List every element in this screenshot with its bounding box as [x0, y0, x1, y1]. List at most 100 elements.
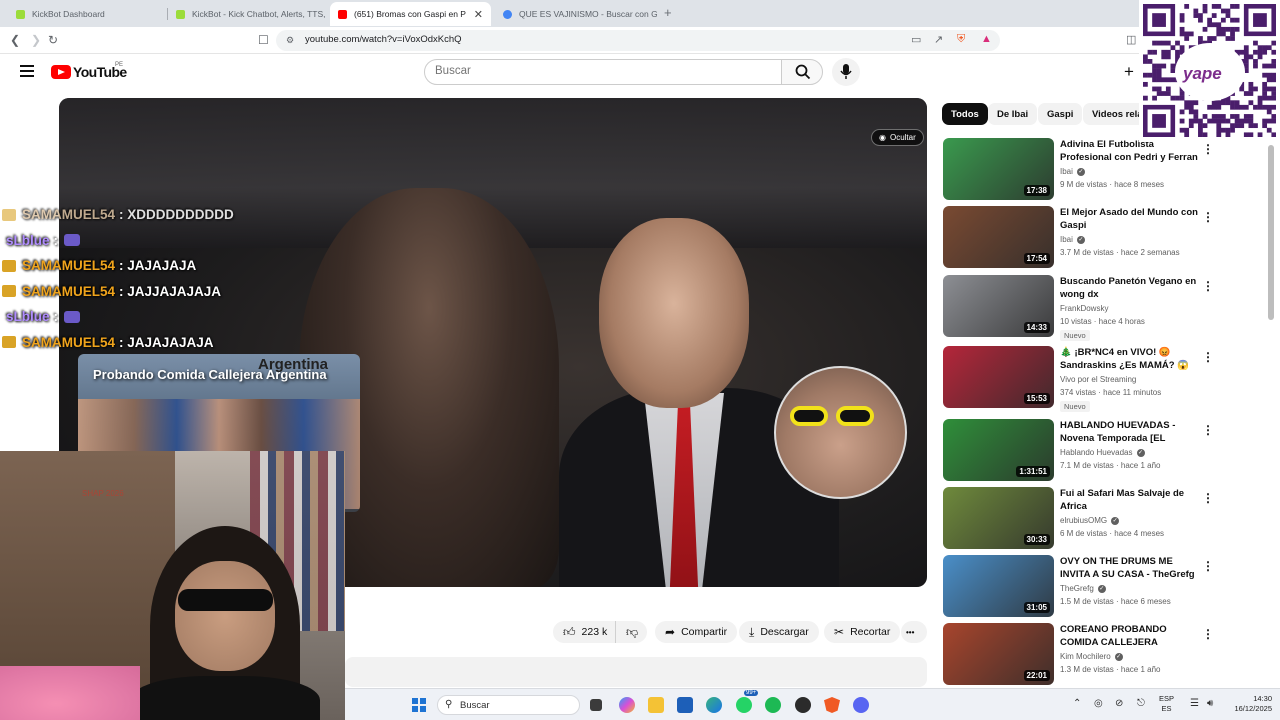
- video-duration: 14:33: [1023, 322, 1050, 333]
- video-title[interactable]: HABLANDO HUEVADAS - Novena Temporada [EL…: [1060, 419, 1200, 446]
- create-plus-icon[interactable]: +: [1124, 62, 1134, 82]
- voice-search-button[interactable]: [832, 58, 860, 86]
- menu-icon[interactable]: [20, 65, 34, 77]
- recommended-video[interactable]: 30:33 Fui al Safari Mas Salvaje de Africa…: [943, 487, 1214, 550]
- brave-rewards-icon[interactable]: ▲: [981, 33, 992, 45]
- video-title[interactable]: OVY ON THE DRUMS ME INVITA A SU CASA - T…: [1060, 555, 1200, 582]
- cast-icon[interactable]: ▭: [911, 33, 921, 46]
- obs-icon[interactable]: [795, 697, 811, 713]
- video-thumbnail[interactable]: 22:01: [943, 623, 1054, 685]
- video-title[interactable]: Adivina El Futbolista Profesional con Pe…: [1060, 138, 1200, 165]
- microsoft-store-icon[interactable]: [677, 697, 693, 713]
- discord-icon[interactable]: [853, 697, 869, 713]
- address-bar[interactable]: ⚙ youtube.com/watch?v=iVoxOdxKchQ: [276, 30, 1000, 51]
- back-icon[interactable]: ❮: [10, 33, 20, 47]
- share-icon[interactable]: ↗: [934, 33, 943, 46]
- channel-name[interactable]: elrubiusOMG ✓: [1060, 516, 1120, 525]
- wifi-icon[interactable]: ☰: [1190, 698, 1199, 709]
- spotify-icon[interactable]: [765, 697, 781, 713]
- more-options-icon[interactable]: ⋮: [1202, 491, 1214, 505]
- tab-kickbot-dashboard[interactable]: KickBot Dashboard: [8, 2, 166, 26]
- chip-gaspi[interactable]: Gaspi: [1038, 103, 1083, 125]
- channel-name[interactable]: Ibai ✓: [1060, 235, 1085, 244]
- recommended-video[interactable]: 14:33 Buscando Panetón Vegano en wong dx F…: [943, 275, 1214, 341]
- more-options-icon[interactable]: ⋮: [1202, 279, 1214, 293]
- video-thumbnail[interactable]: 15:53: [943, 346, 1054, 408]
- more-options-icon[interactable]: ⋮: [1202, 350, 1214, 364]
- video-title[interactable]: COREANO PROBANDO COMIDA CALLEJERA PERUAN…: [1060, 623, 1200, 650]
- channel-name[interactable]: Ibai ✓: [1060, 167, 1085, 176]
- chip-todos[interactable]: Todos: [942, 103, 988, 125]
- channel-name[interactable]: TheGrefg ✓: [1060, 584, 1106, 593]
- chat-username: SAMAMUEL54: [22, 283, 116, 299]
- video-title[interactable]: El Mejor Asado del Mundo con Gaspi: [1060, 206, 1200, 233]
- video-thumbnail[interactable]: 17:38: [943, 138, 1054, 200]
- copilot-icon[interactable]: [619, 697, 635, 713]
- channel-name[interactable]: Vivo por el Streaming: [1060, 375, 1136, 384]
- bookmark-icon[interactable]: ☐: [258, 33, 269, 47]
- task-view-icon[interactable]: [590, 699, 602, 711]
- video-thumbnail[interactable]: 17:54: [943, 206, 1054, 268]
- video-title[interactable]: 🎄 ¡BR*NC4 en VIVO! 😡 Sandraskins ¿Es MAM…: [1060, 346, 1200, 373]
- tray-chevron-icon[interactable]: ⌃: [1073, 698, 1081, 709]
- tab-kickbot-chatbot[interactable]: KickBot - Kick Chatbot, Alerts, TTS, C: [168, 2, 328, 26]
- edge-icon[interactable]: [706, 697, 722, 713]
- recommended-video[interactable]: 1:31:51 HABLANDO HUEVADAS - Novena Tempor…: [943, 419, 1214, 482]
- recommended-video[interactable]: 31:05 OVY ON THE DRUMS ME INVITA A SU CAS…: [943, 555, 1214, 618]
- more-options-icon[interactable]: ⋮: [1202, 423, 1214, 437]
- description-box[interactable]: [345, 657, 927, 687]
- brave-shield-icon[interactable]: ⛨: [957, 33, 965, 46]
- like-button[interactable]: 👍︎ 223 k: [553, 621, 615, 643]
- recommended-video[interactable]: 22:01 COREANO PROBANDO COMIDA CALLEJERA P…: [943, 623, 1214, 686]
- chip-de-ibai[interactable]: De Ibai: [988, 103, 1038, 125]
- video-thumbnail[interactable]: 30:33: [943, 487, 1054, 549]
- site-info-icon[interactable]: ⚙: [286, 35, 294, 46]
- windows-start-icon[interactable]: [412, 698, 426, 712]
- sidebar-scrollbar[interactable]: [1268, 145, 1274, 320]
- more-options-icon[interactable]: ⋮: [1202, 210, 1214, 224]
- recommended-video[interactable]: 17:38 Adivina El Futbolista Profesional c…: [943, 138, 1214, 201]
- more-options-icon[interactable]: ⋮: [1202, 627, 1214, 641]
- channel-name[interactable]: Kim Mochilero ✓: [1060, 652, 1123, 661]
- chip-videos-relacionados[interactable]: Videos rela: [1083, 103, 1145, 125]
- tray-network-icon[interactable]: ⊘: [1115, 698, 1123, 709]
- video-thumbnail[interactable]: 14:33: [943, 275, 1054, 337]
- recommended-video[interactable]: 15:53 🎄 ¡BR*NC4 en VIVO! 😡 Sandraskins ¿E…: [943, 346, 1214, 412]
- clip-button[interactable]: ✂ Recortar: [824, 621, 901, 643]
- new-tab-button[interactable]: +: [664, 5, 672, 20]
- download-button[interactable]: ⤓ Descargar: [739, 621, 819, 643]
- verified-check-icon: ✓: [1097, 584, 1106, 593]
- verified-check-icon: ✓: [1136, 448, 1145, 457]
- more-options-icon[interactable]: ⋮: [1202, 559, 1214, 573]
- recommended-video[interactable]: 17:54 El Mejor Asado del Mundo con Gaspi I…: [943, 206, 1214, 269]
- video-title[interactable]: Fui al Safari Mas Salvaje de Africa: [1060, 487, 1200, 514]
- close-tab-icon[interactable]: ✕: [474, 8, 483, 21]
- tab-youtube-active[interactable]: (651) Bromas con Gaspi en Perú ✕: [330, 2, 491, 26]
- tray-mic-icon[interactable]: ⎋: [1137, 698, 1145, 709]
- channel-name[interactable]: Hablando Huevadas ✓: [1060, 448, 1145, 457]
- volume-icon[interactable]: 🔊︎: [1207, 698, 1213, 709]
- video-title[interactable]: Buscando Panetón Vegano en wong dx: [1060, 275, 1200, 302]
- video-thumbnail[interactable]: 31:05: [943, 555, 1054, 617]
- hide-overlay-button[interactable]: ◉ Ocultar: [871, 129, 924, 146]
- keyboard-language[interactable]: ESP ES: [1159, 694, 1174, 714]
- tab-google-search[interactable]: QUE ES VAJINISMO - Buscar con Goo: [495, 2, 657, 26]
- search-input[interactable]: Buscar: [424, 59, 782, 85]
- share-button[interactable]: ➦ Compartir: [655, 621, 738, 643]
- tray-app-icon[interactable]: ◎: [1094, 698, 1103, 709]
- streamer-facecam: [774, 366, 907, 499]
- more-actions-button[interactable]: •••: [901, 621, 927, 643]
- whatsapp-icon[interactable]: 99+: [736, 690, 759, 713]
- taskbar-search[interactable]: ⚲ Buscar: [437, 695, 580, 715]
- channel-name[interactable]: FrankDowsky: [1060, 304, 1108, 313]
- video-thumbnail[interactable]: 1:31:51: [943, 419, 1054, 481]
- dislike-button[interactable]: 👎︎: [615, 621, 647, 643]
- more-options-icon[interactable]: ⋮: [1202, 142, 1214, 156]
- search-button[interactable]: [781, 59, 823, 85]
- forward-icon[interactable]: ❯: [31, 33, 41, 47]
- reload-icon[interactable]: ↻: [48, 33, 58, 47]
- system-clock[interactable]: 14:30 16/12/2025: [1222, 694, 1272, 714]
- file-explorer-icon[interactable]: [648, 697, 664, 713]
- sidebar-toggle-icon[interactable]: ◫: [1126, 33, 1136, 46]
- brave-icon[interactable]: [824, 697, 840, 713]
